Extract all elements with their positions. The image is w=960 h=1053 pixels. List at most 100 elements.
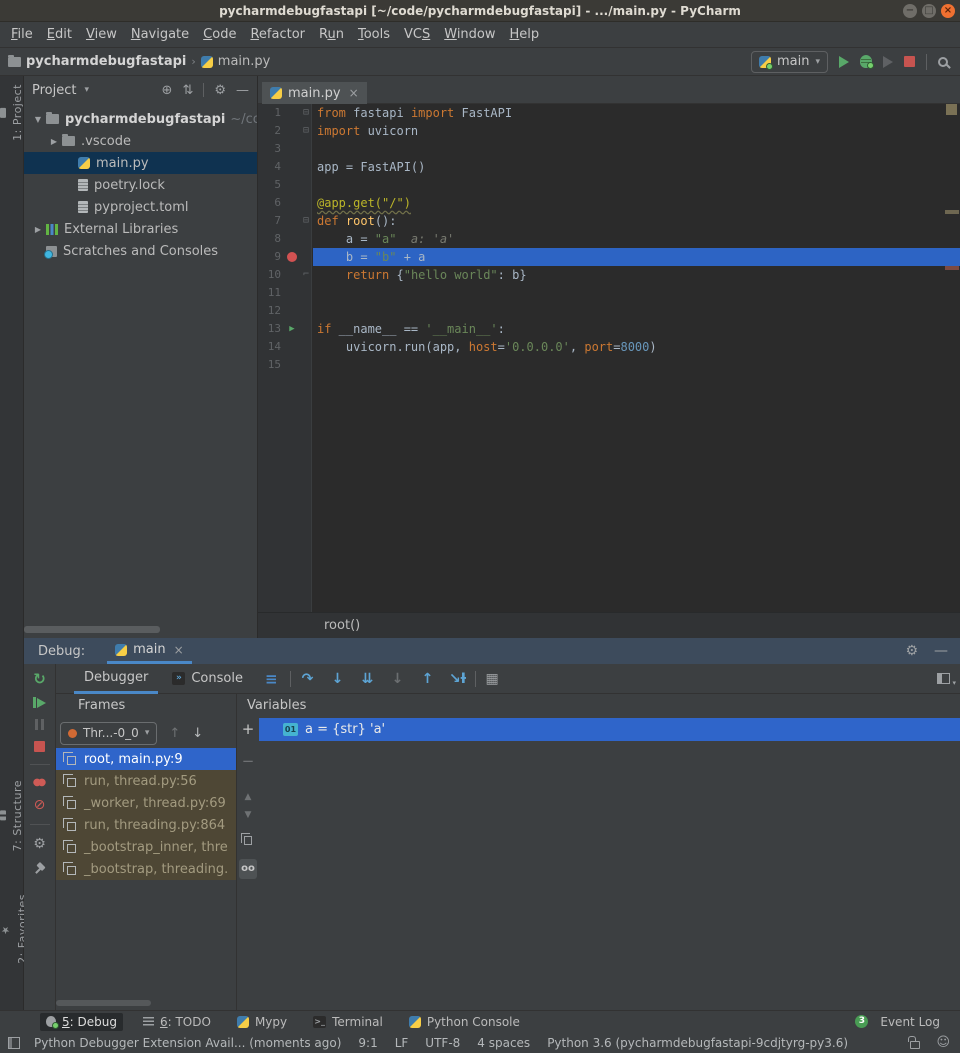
code-line[interactable]: 12 bbox=[258, 302, 960, 320]
chevron-right-icon[interactable]: ▶ bbox=[46, 137, 62, 146]
previous-frame-icon[interactable]: ↑ bbox=[169, 726, 180, 741]
status-item[interactable]: UTF-8 bbox=[425, 1036, 460, 1050]
move-down-icon[interactable]: ▼ bbox=[245, 810, 252, 820]
run-button[interactable] bbox=[839, 56, 849, 68]
run-to-cursor-button[interactable]: ↘Ɨ bbox=[445, 671, 471, 687]
rerun-button[interactable]: ↻ bbox=[33, 672, 46, 686]
restore-layout-icon[interactable] bbox=[937, 673, 950, 684]
code-editor[interactable]: 1⊟from fastapi import FastAPI2⊟import uv… bbox=[258, 104, 960, 374]
show-watches-icon[interactable]: oo bbox=[239, 859, 257, 879]
code-line[interactable]: 6@app.get("/") bbox=[258, 194, 960, 212]
status-item[interactable]: 9:1 bbox=[358, 1036, 377, 1050]
menu-refactor[interactable]: Refactor bbox=[243, 24, 312, 45]
hide-panel-icon[interactable]: — bbox=[934, 643, 948, 659]
debug-settings-button[interactable]: ⚙ bbox=[33, 837, 46, 851]
variable-row[interactable]: 01a = {str} 'a' bbox=[259, 718, 960, 741]
menu-navigate[interactable]: Navigate bbox=[124, 24, 196, 45]
horizontal-scrollbar[interactable] bbox=[56, 1000, 151, 1006]
debug-session-tab[interactable]: main × bbox=[107, 638, 192, 664]
duplicate-icon[interactable] bbox=[244, 836, 252, 845]
step-over-button[interactable]: ↷ bbox=[295, 671, 321, 687]
breakpoint-icon[interactable] bbox=[284, 248, 300, 266]
code-line[interactable]: 8 a = "a" a: 'a' bbox=[258, 230, 960, 248]
menu-edit[interactable]: Edit bbox=[40, 24, 79, 45]
view-breakpoints-button[interactable]: ●● bbox=[33, 777, 42, 788]
minimize-icon[interactable]: − bbox=[903, 4, 917, 18]
menu-run[interactable]: Run bbox=[312, 24, 351, 45]
toolwindow-switcher-icon[interactable] bbox=[8, 1037, 20, 1049]
step-into-my-code-button[interactable]: ⇊ bbox=[355, 671, 381, 687]
run-config-select[interactable]: main ▾ bbox=[751, 51, 828, 73]
stop-button[interactable] bbox=[34, 741, 45, 752]
horizontal-scrollbar[interactable] bbox=[24, 626, 160, 633]
force-step-into-button[interactable]: ↓ bbox=[385, 671, 411, 687]
project-tree-item[interactable]: ▶.vscode bbox=[24, 130, 257, 152]
menu-tools[interactable]: Tools bbox=[351, 24, 397, 45]
tool-stripe-favorites[interactable]: ★2: Favorites bbox=[0, 894, 24, 964]
status-item[interactable]: 4 spaces bbox=[477, 1036, 530, 1050]
menu-help[interactable]: Help bbox=[503, 24, 547, 45]
toolwindow-button-python-console[interactable]: Python Console bbox=[403, 1013, 526, 1031]
chevron-down-icon[interactable]: ▼ bbox=[30, 115, 46, 124]
next-frame-icon[interactable]: ↓ bbox=[192, 726, 203, 741]
tab-debugger[interactable]: Debugger bbox=[74, 664, 158, 694]
breadcrumb-file[interactable]: main.py bbox=[218, 54, 271, 69]
code-line[interactable]: 4app = FastAPI() bbox=[258, 158, 960, 176]
event-log-button[interactable]: 3Event Log bbox=[849, 1013, 946, 1031]
add-watch-icon[interactable]: + bbox=[242, 720, 255, 738]
code-line[interactable]: 14 uvicorn.run(app, host='0.0.0.0', port… bbox=[258, 338, 960, 356]
close-icon[interactable]: × bbox=[349, 86, 359, 100]
collapse-all-icon[interactable]: ⇅ bbox=[182, 83, 193, 98]
project-view-select[interactable]: Project bbox=[32, 83, 76, 98]
view-options-icon[interactable]: ≡ bbox=[265, 670, 278, 688]
code-line[interactable]: 15 bbox=[258, 356, 960, 374]
project-tree-item[interactable]: main.py bbox=[24, 152, 257, 174]
remove-watch-icon[interactable]: − bbox=[242, 752, 255, 770]
stop-button[interactable] bbox=[904, 56, 915, 67]
close-icon[interactable]: × bbox=[941, 4, 955, 18]
lock-icon[interactable] bbox=[910, 1041, 920, 1049]
hide-panel-icon[interactable]: — bbox=[236, 83, 249, 98]
project-tree-item[interactable]: ▼pycharmdebugfastapi~/code/pycharmdebugf… bbox=[24, 108, 257, 130]
menu-view[interactable]: View bbox=[79, 24, 124, 45]
locate-file-icon[interactable]: ⊕ bbox=[162, 83, 173, 98]
step-into-button[interactable]: ↓ bbox=[325, 671, 351, 687]
frame-item[interactable]: run, threading.py:864 bbox=[56, 814, 236, 836]
code-line[interactable]: 9 b = "b" + a bbox=[258, 248, 960, 266]
mute-breakpoints-button[interactable]: ⊘ bbox=[34, 799, 46, 812]
frame-item[interactable]: run, thread.py:56 bbox=[56, 770, 236, 792]
resume-button[interactable] bbox=[33, 697, 46, 708]
fold-marker-icon[interactable]: ⊟ bbox=[300, 212, 312, 230]
pause-button[interactable] bbox=[35, 719, 44, 730]
frame-item[interactable]: _bootstrap, threading. bbox=[56, 858, 236, 880]
chevron-right-icon[interactable]: ▶ bbox=[30, 225, 46, 234]
code-line[interactable]: 3 bbox=[258, 140, 960, 158]
editor-breadcrumb[interactable]: root() bbox=[258, 612, 960, 638]
breadcrumb-project[interactable]: pycharmdebugfastapi bbox=[26, 54, 186, 69]
run-arrow-icon[interactable]: ▶ bbox=[284, 320, 300, 338]
toolwindow-button-5-debug[interactable]: 5: Debug bbox=[40, 1013, 123, 1031]
toolwindow-button-6-todo[interactable]: 6: TODO bbox=[137, 1013, 217, 1031]
fold-marker-icon[interactable]: ⊟ bbox=[300, 104, 312, 122]
project-tree-item[interactable]: pyproject.toml bbox=[24, 196, 257, 218]
code-line[interactable]: 7⊟def root(): bbox=[258, 212, 960, 230]
menu-window[interactable]: Window bbox=[437, 24, 502, 45]
tab-console[interactable]: » Console bbox=[162, 664, 253, 694]
toolwindow-button-mypy[interactable]: Mypy bbox=[231, 1013, 293, 1031]
frame-item[interactable]: root, main.py:9 bbox=[56, 748, 236, 770]
inspections-icon[interactable]: ☺ bbox=[936, 1035, 950, 1050]
pin-tab-button[interactable] bbox=[34, 862, 46, 874]
frame-item[interactable]: _worker, thread.py:69 bbox=[56, 792, 236, 814]
tool-stripe-structure[interactable]: 7: Structure bbox=[0, 780, 24, 851]
toolwindow-button-terminal[interactable]: >_Terminal bbox=[307, 1013, 389, 1031]
gear-icon[interactable]: ⚙ bbox=[905, 643, 918, 659]
project-tree-item[interactable]: poetry.lock bbox=[24, 174, 257, 196]
debug-button[interactable] bbox=[860, 55, 872, 68]
frame-item[interactable]: _bootstrap_inner, thre bbox=[56, 836, 236, 858]
step-out-button[interactable]: ↑ bbox=[415, 671, 441, 687]
tool-stripe-project[interactable]: 1: Project bbox=[0, 84, 24, 141]
fold-marker-icon[interactable]: ⊟ bbox=[300, 122, 312, 140]
move-up-icon[interactable]: ▲ bbox=[245, 792, 252, 802]
close-icon[interactable]: × bbox=[174, 643, 184, 657]
code-line[interactable]: 13▶if __name__ == '__main__': bbox=[258, 320, 960, 338]
